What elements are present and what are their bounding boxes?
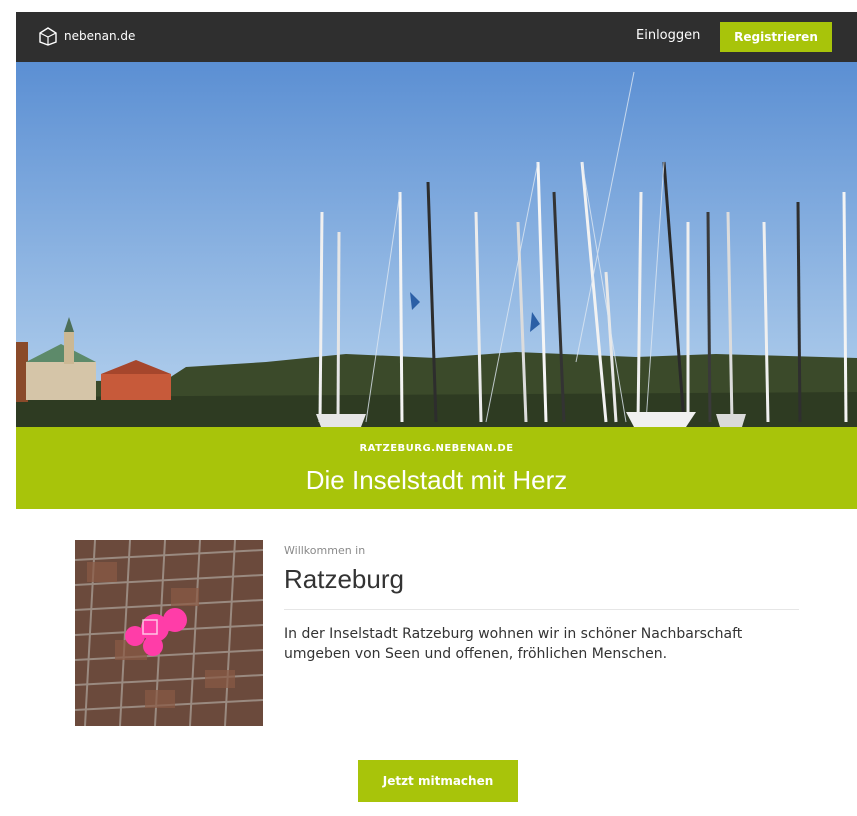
hero-image xyxy=(16,62,857,427)
city-description: In der Inselstadt Ratzeburg wohnen wir i… xyxy=(284,626,743,662)
banner-subtitle: RATZEBURG.NEBENAN.DE xyxy=(359,443,514,454)
top-navbar: nebenan.de Einloggen Registrieren xyxy=(16,12,857,62)
register-button[interactable]: Registrieren xyxy=(720,22,832,52)
join-button[interactable]: Jetzt mitmachen xyxy=(358,760,518,802)
brand-logo[interactable]: nebenan.de xyxy=(38,26,135,46)
house-logo-icon xyxy=(38,26,58,46)
page-frame: nebenan.de Einloggen Registrieren RATZEB… xyxy=(16,12,857,816)
city-heading: Ratzeburg xyxy=(284,564,404,594)
divider xyxy=(284,609,799,610)
banner-title: Die Inselstadt mit Herz xyxy=(305,465,568,495)
city-banner: RATZEBURG.NEBENAN.DE Die Inselstadt mit … xyxy=(16,427,857,509)
welcome-label: Willkommen in xyxy=(284,544,366,557)
brand-name: nebenan.de xyxy=(64,29,136,43)
city-photo xyxy=(75,540,263,726)
login-link[interactable]: Einloggen xyxy=(636,28,700,43)
